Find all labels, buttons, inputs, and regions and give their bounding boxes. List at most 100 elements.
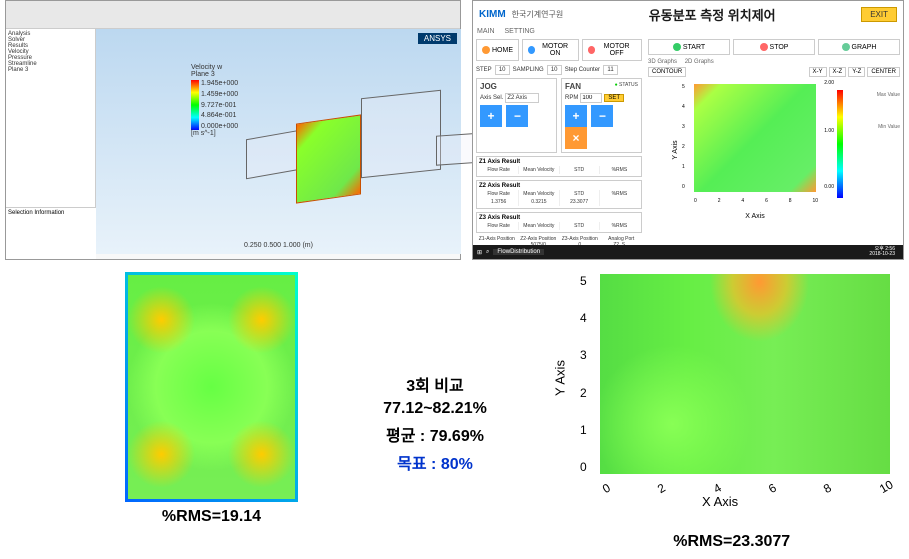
scale-bar: 0.250 0.500 1.000 (m) xyxy=(244,242,313,249)
measured-rms-label: %RMS=23.3077 xyxy=(673,533,790,551)
start-button[interactable]: START xyxy=(648,39,730,55)
tick: 8 xyxy=(789,198,792,204)
fan-stop-button[interactable]: × xyxy=(565,127,587,149)
rpm-input[interactable] xyxy=(580,93,602,103)
windows-taskbar: ⊞ ⌕ FlowDistribution 오후 2:56 2018-10-23 xyxy=(473,245,903,259)
taskbar-app[interactable]: FlowDistribution xyxy=(493,249,544,255)
measured-heatmap xyxy=(600,274,890,474)
tab-2d[interactable]: 2D Graphs xyxy=(685,59,714,65)
x-axis-label: X Axis xyxy=(702,494,738,509)
y-ticks: 0 1 2 3 4 5 xyxy=(580,274,587,474)
tab-main[interactable]: MAIN xyxy=(477,28,495,35)
start-icon[interactable]: ⊞ xyxy=(477,249,482,256)
range-label: 77.12~82.21% xyxy=(330,400,540,418)
exit-button[interactable]: EXIT xyxy=(861,7,897,22)
app-tabs: MAIN SETTING xyxy=(473,27,903,36)
cb-min: 0.00 xyxy=(824,184,834,190)
maxmin-labels: Max Value Min Value xyxy=(860,92,900,130)
ansys-legend: Velocity w Plane 3 1.945e+000 1.459e+000… xyxy=(191,64,251,137)
tick: 5 xyxy=(580,274,587,288)
motor-off-button[interactable]: MOTOR OFF xyxy=(582,39,642,61)
taskbar-clock: 오후 2:56 2018-10-23 xyxy=(869,247,895,257)
sampling-label: SAMPLING xyxy=(513,67,544,73)
maxval-label: Max Value xyxy=(860,92,900,98)
center-button[interactable]: CENTER xyxy=(867,67,900,77)
flow-control-app: KIMM 한국기계연구원 유동분포 측정 위치제어 EXIT MAIN SETT… xyxy=(472,0,904,260)
colorbar-icon xyxy=(837,90,843,198)
val: 0.3215 xyxy=(519,198,559,206)
val: 1.3756 xyxy=(479,198,519,206)
col: %RMS xyxy=(600,166,639,174)
xz-button[interactable]: X-Z xyxy=(829,67,847,77)
stop-label: STOP xyxy=(770,44,789,51)
filter-wire xyxy=(361,90,441,178)
sampling-value[interactable]: 10 xyxy=(547,65,562,75)
col: %RMS xyxy=(600,190,639,198)
velocity-plane-icon xyxy=(296,114,361,203)
home-button[interactable]: HOME xyxy=(476,39,519,61)
yz-button[interactable]: Y-Z xyxy=(848,67,865,77)
tick: 0 xyxy=(580,460,587,474)
comparison-text: 3회 비교 77.12~82.21% 평균 : 79.69% 목표 : 80% xyxy=(330,372,540,478)
z3-result: Z3 Axis Result Flow Rate Mean Velocity S… xyxy=(476,212,642,233)
tick: 8 xyxy=(821,481,834,496)
z2-title: Z2 Axis Result xyxy=(479,183,639,189)
tab-3d[interactable]: 3D Graphs xyxy=(648,59,677,65)
legend-val: 1.459e+000 xyxy=(201,91,238,98)
xy-button[interactable]: X-Y xyxy=(809,67,827,77)
tick: 6 xyxy=(765,198,768,204)
graph-label: GRAPH xyxy=(852,44,877,51)
info-label: Selection Information xyxy=(8,210,94,216)
tick: 5 xyxy=(682,84,685,90)
app-title: 유동분포 측정 위치제어 xyxy=(563,5,861,24)
x-axis-label: X Axis xyxy=(745,213,764,220)
tick: 2 xyxy=(580,386,587,400)
jog-minus-button[interactable]: − xyxy=(506,105,528,127)
col: STD xyxy=(560,222,600,230)
col: Flow Rate xyxy=(479,222,519,230)
contour-heatmap xyxy=(694,84,816,192)
legend-val: 4.864e-001 xyxy=(201,112,238,119)
jog-plus-button[interactable]: + xyxy=(480,105,502,127)
axis-select[interactable]: Z2 Axis xyxy=(505,93,539,103)
tick: 0 xyxy=(682,184,685,190)
step-row: STEP 10 SAMPLING 10 Step Counter 11 xyxy=(476,65,642,75)
val: 23.3077 xyxy=(560,198,600,206)
tick: 1 xyxy=(682,164,685,170)
col: Flow Rate xyxy=(479,166,519,174)
step-value[interactable]: 10 xyxy=(495,65,510,75)
legend-unit: [m s^-1] xyxy=(191,130,251,137)
tab-setting[interactable]: SETTING xyxy=(505,28,535,35)
search-icon[interactable]: ⌕ xyxy=(486,249,489,256)
col: Mean Velocity xyxy=(519,190,559,198)
z2-result: Z2 Axis Result Flow Rate Mean Velocity S… xyxy=(476,180,642,209)
fan-plus-button[interactable]: + xyxy=(565,105,587,127)
cb-max: 2.00 xyxy=(824,80,834,86)
tick: 3 xyxy=(682,124,685,130)
tree-item: Plane 3 xyxy=(8,67,93,73)
control-left-panel: HOME MOTOR ON MOTOR OFF STEP 10 SAMPLING… xyxy=(473,36,645,256)
motor-off-label: MOTOR OFF xyxy=(597,43,636,57)
fan-minus-button[interactable]: − xyxy=(591,105,613,127)
tick: 0 xyxy=(600,481,613,496)
plot-type-select[interactable]: CONTOUR xyxy=(648,67,686,77)
motor-on-button[interactable]: MOTOR ON xyxy=(522,39,579,61)
stop-button[interactable]: STOP xyxy=(733,39,815,55)
tick: 10 xyxy=(877,477,896,496)
legend-val: 9.727e-001 xyxy=(201,102,238,109)
set-button[interactable]: SET xyxy=(604,94,624,102)
stepcounter-value: 11 xyxy=(603,65,618,75)
tick: 1 xyxy=(580,423,587,437)
ansys-model xyxy=(246,84,486,244)
app-header: KIMM 한국기계연구원 유동분포 측정 위치제어 EXIT xyxy=(473,1,903,27)
tick: 4 xyxy=(741,198,744,204)
tick: 2 xyxy=(682,144,685,150)
graph-button[interactable]: GRAPH xyxy=(818,39,900,55)
y-axis-label: Y Axis xyxy=(552,360,567,396)
col: %RMS xyxy=(600,222,639,230)
kimm-logo: KIMM xyxy=(479,9,506,20)
tick: 2 xyxy=(718,198,721,204)
tick: 3 xyxy=(580,348,587,362)
cb-mid: 1.00 xyxy=(824,128,834,134)
tick: 2 xyxy=(655,481,668,496)
